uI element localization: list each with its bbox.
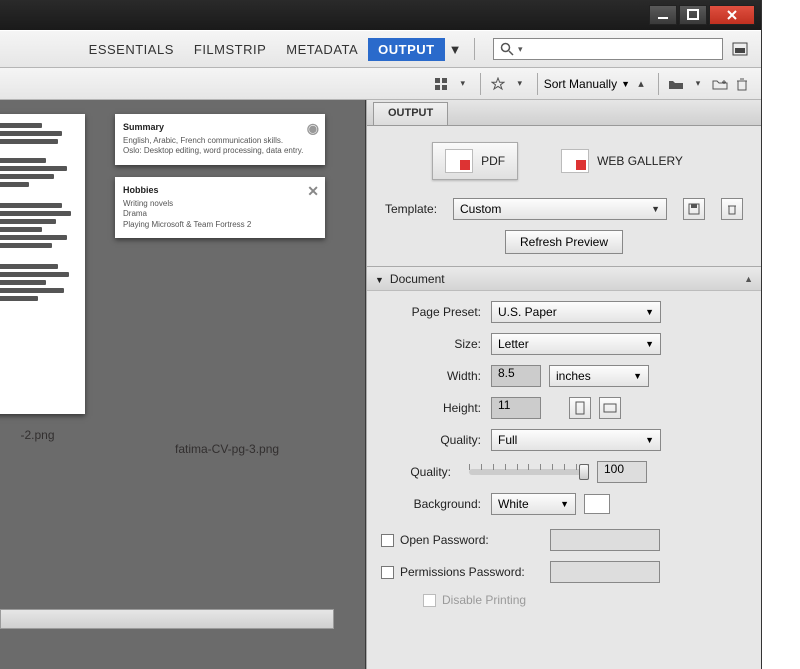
search-icon — [498, 40, 516, 58]
chevron-down-icon: ▼ — [621, 79, 630, 89]
template-label: Template: — [385, 202, 445, 216]
folder-dropdown[interactable]: ▾ — [687, 73, 709, 95]
delete-template-button[interactable] — [721, 198, 743, 220]
permissions-password-checkbox[interactable] — [381, 566, 394, 579]
size-select[interactable]: Letter▼ — [491, 333, 661, 355]
window-maximize-button[interactable] — [679, 5, 707, 25]
search-box[interactable]: ▾ — [493, 38, 723, 60]
search-input[interactable] — [523, 41, 718, 57]
window-minimize-button[interactable] — [649, 5, 677, 25]
chevron-down-icon: ▼ — [633, 371, 642, 381]
template-value: Custom — [460, 202, 501, 216]
slider-thumb[interactable] — [579, 464, 589, 480]
card-badge-icon: ◉ — [307, 120, 319, 137]
quality-slider[interactable] — [469, 469, 589, 475]
filmstrip-bar[interactable] — [0, 609, 334, 629]
info-card[interactable]: ◉ Summary English, Arabic, French commun… — [115, 114, 325, 165]
open-password-label: Open Password: — [400, 533, 540, 547]
workspace-filmstrip[interactable]: FILMSTRIP — [184, 38, 276, 61]
pdf-icon — [445, 149, 473, 173]
document-section-header[interactable]: ▼Document ▲ — [367, 267, 761, 291]
template-select[interactable]: Custom ▼ — [453, 198, 667, 220]
orientation-landscape-button[interactable] — [599, 397, 621, 419]
workspace-output[interactable]: OUTPUT — [368, 38, 444, 61]
thumb-caption: fatima-CV-pg-3.png — [175, 442, 279, 456]
chevron-down-icon: ▼ — [651, 204, 660, 214]
background-label: Background: — [381, 497, 481, 511]
output-mode-label: WEB GALLERY — [597, 154, 683, 168]
page-preset-select[interactable]: U.S. Paper▼ — [491, 301, 661, 323]
height-input[interactable]: 11 — [491, 397, 541, 419]
quality-slider-label: Quality: — [381, 465, 451, 479]
open-password-input[interactable] — [550, 529, 660, 551]
view-grid-dropdown[interactable]: ▾ — [452, 73, 474, 95]
compact-mode-button[interactable] — [729, 38, 751, 60]
panel-tab-output[interactable]: OUTPUT — [373, 102, 448, 125]
quality-preset-label: Quality: — [381, 433, 481, 447]
sort-direction-button[interactable]: ▴ — [630, 73, 652, 95]
view-grid-button[interactable] — [430, 73, 452, 95]
background-swatch[interactable] — [584, 494, 610, 514]
rating-dropdown[interactable]: ▾ — [509, 73, 531, 95]
output-panel: OUTPUT PDF WEB GALLERY Template: — [366, 100, 761, 669]
trash-button[interactable] — [731, 73, 753, 95]
disable-printing-checkbox — [423, 594, 436, 607]
chevron-down-icon: ▼ — [645, 435, 654, 445]
refresh-preview-button[interactable]: Refresh Preview — [505, 230, 623, 254]
folder-open-button[interactable] — [665, 73, 687, 95]
chevron-down-icon: ▼ — [645, 307, 654, 317]
close-icon[interactable]: ✕ — [307, 183, 319, 200]
webgallery-icon — [561, 149, 589, 173]
workspace-metadata[interactable]: METADATA — [276, 38, 368, 61]
thumb-item[interactable]: -2.png — [0, 114, 85, 456]
width-label: Width: — [381, 369, 481, 383]
save-template-button[interactable] — [683, 198, 705, 220]
quality-preset-select[interactable]: Full▼ — [491, 429, 661, 451]
info-card[interactable]: ✕ Hobbies Writing novelsDramaPlaying Mic… — [115, 177, 325, 238]
open-password-checkbox[interactable] — [381, 534, 394, 547]
content-area[interactable]: -2.png ◉ Summary English, Arabic, French… — [0, 100, 366, 669]
background-select[interactable]: White▼ — [491, 493, 576, 515]
rating-star-button[interactable] — [487, 73, 509, 95]
chevron-down-icon: ▼ — [560, 499, 569, 509]
permissions-password-label: Permissions Password: — [400, 565, 540, 579]
output-mode-pdf[interactable]: PDF — [432, 142, 518, 180]
workspace-essentials[interactable]: ESSENTIALS — [79, 38, 184, 61]
sort-label: Sort Manually — [544, 77, 617, 91]
thumb-caption: -2.png — [20, 428, 54, 442]
window-close-button[interactable] — [709, 5, 755, 25]
workspace-bar: ESSENTIALS FILMSTRIP METADATA OUTPUT ▼ ▾ — [0, 30, 761, 68]
workspace-menu-arrow[interactable]: ▼ — [445, 38, 466, 61]
width-input[interactable]: 8.5 — [491, 365, 541, 387]
output-mode-webgallery[interactable]: WEB GALLERY — [548, 142, 696, 180]
orientation-portrait-button[interactable] — [569, 397, 591, 419]
output-mode-label: PDF — [481, 154, 505, 168]
window-titlebar — [0, 0, 761, 30]
size-label: Size: — [381, 337, 481, 351]
new-folder-button[interactable] — [709, 73, 731, 95]
options-bar: ▾ ▾ Sort Manually ▼ ▴ ▾ — [0, 68, 761, 100]
page-preset-label: Page Preset: — [381, 305, 481, 319]
sort-menu[interactable]: Sort Manually ▼ — [544, 77, 630, 91]
units-select[interactable]: inches▼ — [549, 365, 649, 387]
disable-printing-label: Disable Printing — [442, 593, 526, 607]
height-label: Height: — [381, 401, 481, 415]
chevron-down-icon: ▼ — [645, 339, 654, 349]
permissions-password-input[interactable] — [550, 561, 660, 583]
scroll-up-icon[interactable]: ▲ — [744, 274, 753, 284]
quality-value-input[interactable]: 100 — [597, 461, 647, 483]
disclosure-triangle-icon: ▼ — [375, 275, 384, 285]
